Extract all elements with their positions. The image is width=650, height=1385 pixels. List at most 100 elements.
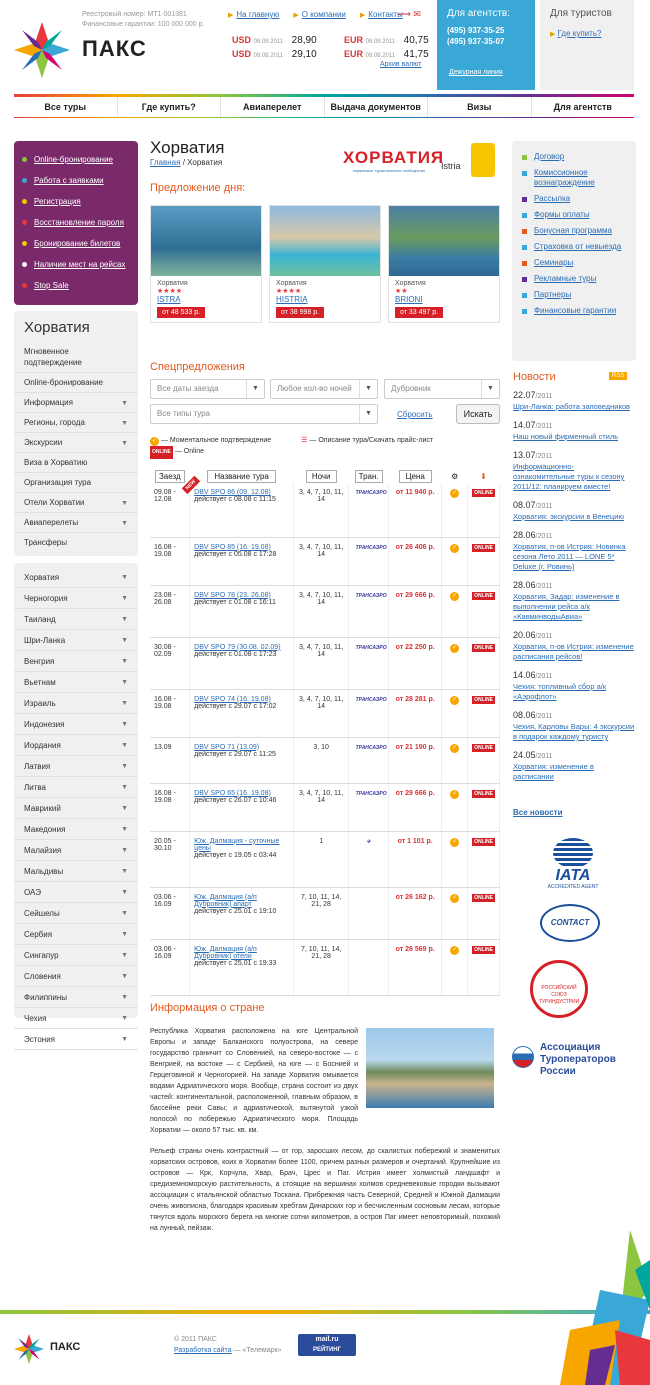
country-item[interactable]: Литва ▼: [14, 777, 138, 798]
table-row[interactable]: 16.08 - 19.08 DBV SPO 85 (16. 19.08) дейст…: [150, 537, 500, 586]
news-link[interactable]: Хорватия, п-ов Истрия: Новинка сезона Ле…: [513, 542, 635, 572]
price-text[interactable]: от 26 162 р.: [396, 894, 435, 901]
col-price[interactable]: Цена: [388, 463, 442, 483]
online-icon[interactable]: ONLINE: [472, 945, 495, 954]
country-item[interactable]: Филиппины ▼: [14, 987, 138, 1008]
price-text[interactable]: от 26 569 р.: [396, 946, 435, 953]
price-text[interactable]: от 1 101 р.: [398, 838, 433, 845]
table-row[interactable]: 03.06 - 16.09 Юж. Далмация (а/п Дубровник…: [150, 939, 500, 996]
croatia-tourism-badge[interactable]: ХОРВАТИЯ хорватское туристическое сообще…: [343, 148, 443, 184]
price-text[interactable]: от 11 940 р.: [396, 489, 435, 496]
hotline-link[interactable]: Дежурная линия: [449, 69, 503, 76]
right-link[interactable]: Рекламные туры: [512, 271, 636, 287]
news-link[interactable]: Шри-Ланка: работа заповедников: [513, 402, 635, 412]
offer-price[interactable]: от 38 998 р.: [276, 307, 325, 318]
offer-card[interactable]: Хорватия ★★★★ ISTRA от 48 533 р.: [150, 205, 262, 323]
submenu-item[interactable]: Информация ▼: [14, 393, 138, 413]
menu-seat-availability[interactable]: Наличие мест на рейсах: [14, 254, 138, 275]
currency-archive-link[interactable]: Архив валют: [380, 61, 421, 68]
online-icon[interactable]: ONLINE: [472, 643, 495, 652]
online-icon[interactable]: ONLINE: [472, 789, 495, 798]
submenu-item[interactable]: Отели Хорватии ▼: [14, 493, 138, 513]
offer-hotel-link[interactable]: BRIONI: [395, 295, 423, 304]
right-link[interactable]: Договор: [512, 149, 636, 165]
right-link[interactable]: Страховка от невыезда: [512, 239, 636, 255]
right-link[interactable]: Комиссионное вознаграждение: [512, 165, 636, 191]
nights-select[interactable]: Любое кол-во ночей ▼: [270, 379, 378, 399]
online-icon[interactable]: ONLINE: [472, 893, 495, 902]
offer-hotel-link[interactable]: HISTRIA: [276, 295, 308, 304]
tour-link[interactable]: Юж. Далмация (а/п Дубровник) отели: [194, 946, 257, 960]
offer-card[interactable]: Хорватия ★★★★ HISTRIA от 38 998 р.: [269, 205, 381, 323]
offer-hotel-link[interactable]: ISTRA: [157, 295, 181, 304]
submenu-item[interactable]: Виза в Хорватию: [14, 453, 138, 473]
city-select[interactable]: Дубровник ▼: [384, 379, 500, 399]
table-row[interactable]: 16.08 - 19.08 DBV SPO 65 (16. 19.08) дейст…: [150, 783, 500, 832]
footer-logo[interactable]: [14, 1334, 44, 1364]
country-item[interactable]: Мальдивы ▼: [14, 861, 138, 882]
country-item[interactable]: Израиль ▼: [14, 693, 138, 714]
table-row[interactable]: 30.08 - 02.09 DBV SPO 79 (30.08. 02.09) де…: [150, 637, 500, 690]
submenu-item[interactable]: Online-бронирование: [14, 373, 138, 393]
submenu-item[interactable]: Мгновенное подтверждение: [14, 342, 138, 373]
table-row[interactable]: 13.09 DBV SPO 71 (13.09) действует с 29.07…: [150, 737, 500, 784]
news-link[interactable]: Хорватия: экскурсии в Венецию: [513, 512, 635, 522]
breadcrumb-home[interactable]: Главная: [150, 158, 180, 167]
tour-link[interactable]: DBV SPO 86 (09. 12.08): [194, 489, 271, 496]
country-item[interactable]: Индонезия ▼: [14, 714, 138, 735]
link-about[interactable]: О компании: [302, 10, 346, 19]
menu-online-booking[interactable]: Online-бронирование: [14, 149, 138, 170]
table-row[interactable]: 03.06 - 16.09 Юж. Далмация (а/п Дубровник…: [150, 887, 500, 940]
col-date[interactable]: Заезд: [150, 463, 190, 483]
submenu-item[interactable]: Авиаперелеты ▼: [14, 513, 138, 533]
online-icon[interactable]: ONLINE: [472, 695, 495, 704]
country-item[interactable]: Вьетнам ▼: [14, 672, 138, 693]
all-news-link[interactable]: Все новости: [513, 808, 563, 817]
online-icon[interactable]: ONLINE: [472, 591, 495, 600]
tour-link[interactable]: DBV SPO 78 (23. 26.08): [194, 592, 271, 599]
price-text[interactable]: от 28 281 р.: [396, 696, 435, 703]
offer-price[interactable]: от 48 533 р.: [157, 307, 206, 318]
nav-agencies[interactable]: Для агентств: [532, 97, 635, 117]
news-link[interactable]: Хорватия, Задар: изменение в выполнении …: [513, 592, 635, 622]
online-icon[interactable]: ONLINE: [472, 837, 495, 846]
offer-price[interactable]: от 33 497 р.: [395, 307, 444, 318]
right-link[interactable]: Семинары: [512, 255, 636, 271]
search-button[interactable]: Искать: [456, 404, 500, 424]
reset-link[interactable]: Сбросить: [397, 410, 433, 419]
istria-badge[interactable]: Istria: [441, 143, 497, 185]
menu-ticket-booking[interactable]: Бронирование билетов: [14, 233, 138, 254]
country-item[interactable]: ОАЭ ▼: [14, 882, 138, 903]
col-transport[interactable]: Тран.: [348, 463, 389, 483]
submenu-item[interactable]: Экскурсии ▼: [14, 433, 138, 453]
mail-icon[interactable]: ⟶ ✉: [398, 9, 421, 20]
table-row[interactable]: 16.08 - 19.08 DBV SPO 74 (16. 19.08) дейст…: [150, 689, 500, 738]
news-link[interactable]: Наш новый фирменный стиль: [513, 432, 635, 442]
price-text[interactable]: от 29 666 р.: [396, 592, 435, 599]
right-link[interactable]: Партнеры: [512, 287, 636, 303]
country-item[interactable]: Македония ▼: [14, 819, 138, 840]
country-item[interactable]: Иордания ▼: [14, 735, 138, 756]
country-item[interactable]: Эстония ▼: [14, 1029, 138, 1050]
tour-link[interactable]: Юж. Далмация - суточные цены: [194, 838, 279, 852]
price-text[interactable]: от 29 666 р.: [396, 790, 435, 797]
menu-password-recovery[interactable]: Восстановление пароля: [14, 212, 138, 233]
submenu-item[interactable]: Регионы, города ▼: [14, 413, 138, 433]
col-tour[interactable]: Название тура: [189, 463, 294, 483]
country-item[interactable]: Сейшелы ▼: [14, 903, 138, 924]
country-item[interactable]: Сербия ▼: [14, 924, 138, 945]
table-row[interactable]: 23.08 - 26.08 DBV SPO 78 (23. 26.08) дейст…: [150, 585, 500, 638]
country-item[interactable]: Маврикий ▼: [14, 798, 138, 819]
country-item[interactable]: Малайзия ▼: [14, 840, 138, 861]
country-item[interactable]: Черногория ▼: [14, 588, 138, 609]
news-link[interactable]: Чехия: топливный сбор а/к «Аэрофлот»: [513, 682, 635, 702]
where-to-buy-link[interactable]: Где купить?: [558, 29, 602, 38]
country-item[interactable]: Венгрия ▼: [14, 651, 138, 672]
rss-icon[interactable]: RSS: [609, 372, 628, 380]
nav-visas[interactable]: Визы: [428, 97, 532, 117]
tour-link[interactable]: DBV SPO 71 (13.09): [194, 744, 259, 751]
submenu-item[interactable]: Организация тура: [14, 473, 138, 493]
right-link[interactable]: Рассылка: [512, 191, 636, 207]
right-link[interactable]: Финансовые гарантии: [512, 303, 636, 319]
country-item[interactable]: Таиланд ▼: [14, 609, 138, 630]
